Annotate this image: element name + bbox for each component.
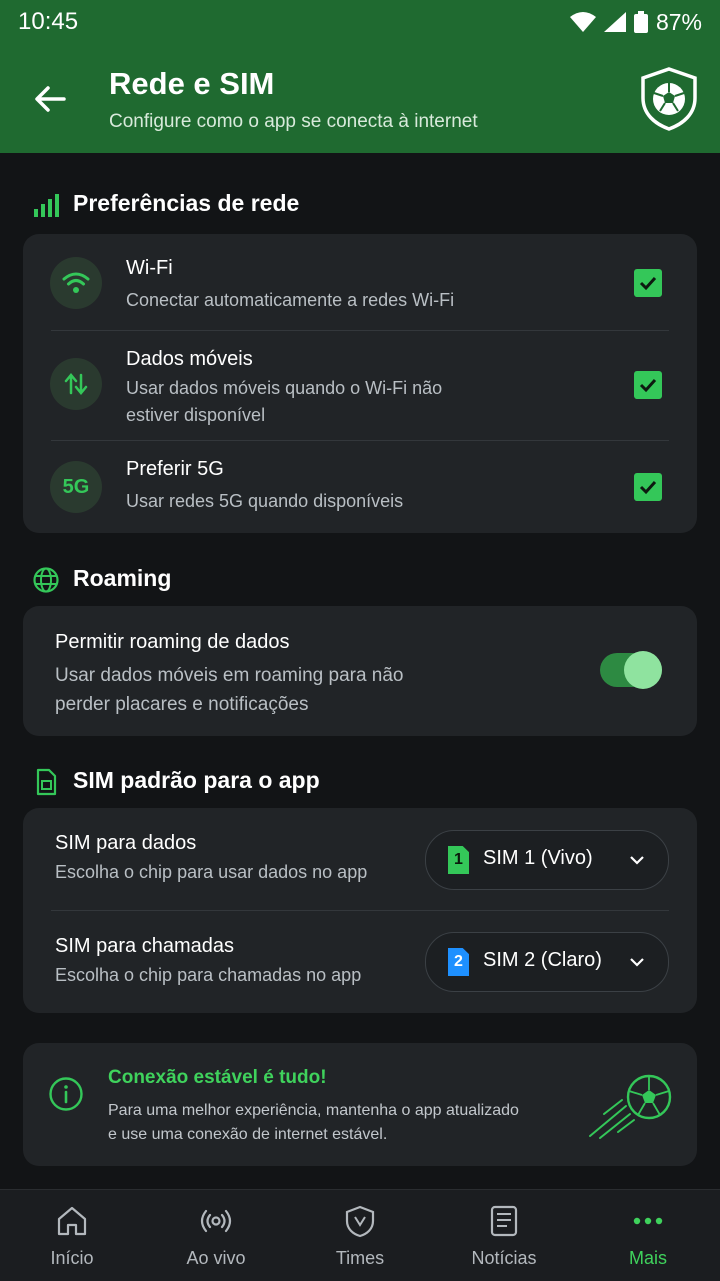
page-subtitle: Configure como o app se conecta à intern… <box>109 111 478 132</box>
nav-more[interactable]: Mais <box>576 1190 720 1281</box>
app-logo-shield-icon <box>641 67 697 131</box>
wifi-status-icon <box>569 12 596 32</box>
mobile-data-checkbox[interactable] <box>634 371 662 399</box>
roaming-card: Permitir roaming de dados Usar dados móv… <box>23 606 697 736</box>
mobile-data-row[interactable]: Dados móveis Usar dados móveis quando o … <box>23 331 697 440</box>
status-bar: 10:45 87% <box>0 0 720 44</box>
toggle-knob <box>624 651 662 689</box>
data-transfer-icon <box>50 358 102 410</box>
checkmark-icon <box>639 276 657 291</box>
chevron-down-icon <box>630 958 644 967</box>
wifi-subtitle: Conectar automaticamente a redes Wi-Fi <box>126 290 455 310</box>
sim-data-dropdown[interactable]: 1 SIM 1 (Vivo) <box>425 830 669 890</box>
prefer-5g-title: Preferir 5G <box>126 458 224 480</box>
nav-news-label: Notícias <box>471 1248 537 1268</box>
wifi-icon <box>50 257 102 309</box>
live-icon <box>200 1209 232 1233</box>
battery-status-icon <box>633 11 648 33</box>
news-icon <box>490 1205 518 1237</box>
sim-card: SIM para dados Escolha o chip para usar … <box>23 808 697 1013</box>
info-text: Para uma melhor experiência, mantenha o … <box>108 1099 558 1147</box>
prefer-5g-row[interactable]: 5G Preferir 5G Usar redes 5G quando disp… <box>23 441 697 533</box>
roaming-subtitle-line1: Usar dados móveis em roaming para não <box>55 665 404 686</box>
mobile-data-title: Dados móveis <box>126 348 253 370</box>
wifi-title: Wi-Fi <box>126 257 173 279</box>
battery-percent: 87% <box>655 8 702 35</box>
status-time: 10:45 <box>18 8 79 35</box>
roaming-toggle[interactable] <box>600 651 662 689</box>
sim-data-row: SIM para dados Escolha o chip para usar … <box>23 808 697 910</box>
wifi-row[interactable]: Wi-Fi Conectar automaticamente a redes W… <box>23 234 697 330</box>
app-header: Rede e SIM Configure como o app se conec… <box>0 44 720 153</box>
sim-2-badge-icon: 2 <box>448 948 469 976</box>
info-text-line2: e use uma conexão de internet estável. <box>108 1126 388 1143</box>
sim-card-icon <box>36 768 57 796</box>
nav-home[interactable]: Início <box>0 1190 144 1281</box>
wifi-checkbox[interactable] <box>634 269 662 297</box>
signal-bars-icon <box>34 194 59 217</box>
roaming-title: Permitir roaming de dados <box>55 631 290 653</box>
info-title: Conexão estável é tudo! <box>108 1067 327 1088</box>
page-title: Rede e SIM <box>109 66 275 101</box>
soccer-ball-icon <box>589 1074 672 1139</box>
sim-data-subtitle: Escolha o chip para usar dados no app <box>55 862 368 882</box>
chevron-down-icon <box>630 856 644 865</box>
prefer-5g-checkbox[interactable] <box>634 473 662 501</box>
bottom-nav: Início Ao vivo Times Notícias Mais <box>0 1189 720 1281</box>
prefer-5g-subtitle: Usar redes 5G quando disponíveis <box>126 491 404 511</box>
sim-calls-title: SIM para chamadas <box>55 935 234 957</box>
nav-live[interactable]: Ao vivo <box>144 1190 288 1281</box>
sim-calls-row: SIM para chamadas Escolha o chip para ch… <box>23 911 697 1013</box>
roaming-subtitle-line2: perder placares e notificações <box>55 694 309 715</box>
sim-calls-selected: SIM 2 (Claro) <box>483 949 602 971</box>
sim-calls-dropdown[interactable]: 2 SIM 2 (Claro) <box>425 932 669 992</box>
sim-calls-subtitle: Escolha o chip para chamadas no app <box>55 965 362 985</box>
nav-live-label: Ao vivo <box>186 1248 246 1268</box>
sim-data-title: SIM para dados <box>55 832 197 854</box>
nav-teams-label: Times <box>335 1248 385 1268</box>
info-text-line1: Para uma melhor experiência, mantenha o … <box>108 1102 519 1119</box>
checkmark-icon <box>639 378 657 393</box>
mobile-data-subtitle-line1: Usar dados móveis quando o Wi-Fi não <box>126 378 443 398</box>
mobile-data-subtitle-line2: estiver disponível <box>126 405 266 425</box>
nav-more-label: Mais <box>628 1248 667 1268</box>
back-arrow-icon[interactable] <box>30 79 70 119</box>
status-indicators: 87% <box>569 8 702 36</box>
nav-news[interactable]: Notícias <box>432 1190 576 1281</box>
5g-icon: 5G <box>50 461 102 513</box>
sim-1-badge-icon: 1 <box>448 846 469 874</box>
signal-status-icon <box>603 12 626 32</box>
section-title-roaming: Roaming <box>73 565 172 591</box>
info-card: Conexão estável é tudo! Para uma melhor … <box>23 1043 697 1166</box>
checkmark-icon <box>639 480 657 495</box>
section-title-sim: SIM padrão para o app <box>73 767 320 793</box>
more-icon <box>633 1217 663 1225</box>
nav-home-label: Início <box>50 1248 94 1268</box>
nav-teams[interactable]: Times <box>288 1190 432 1281</box>
network-preferences-card: Wi-Fi Conectar automaticamente a redes W… <box>23 234 697 533</box>
home-icon <box>57 1206 87 1236</box>
info-icon <box>49 1077 83 1111</box>
teams-shield-icon <box>345 1205 375 1238</box>
globe-icon <box>33 567 59 593</box>
section-title-network: Preferências de rede <box>73 190 300 216</box>
sim-data-selected: SIM 1 (Vivo) <box>483 847 593 869</box>
